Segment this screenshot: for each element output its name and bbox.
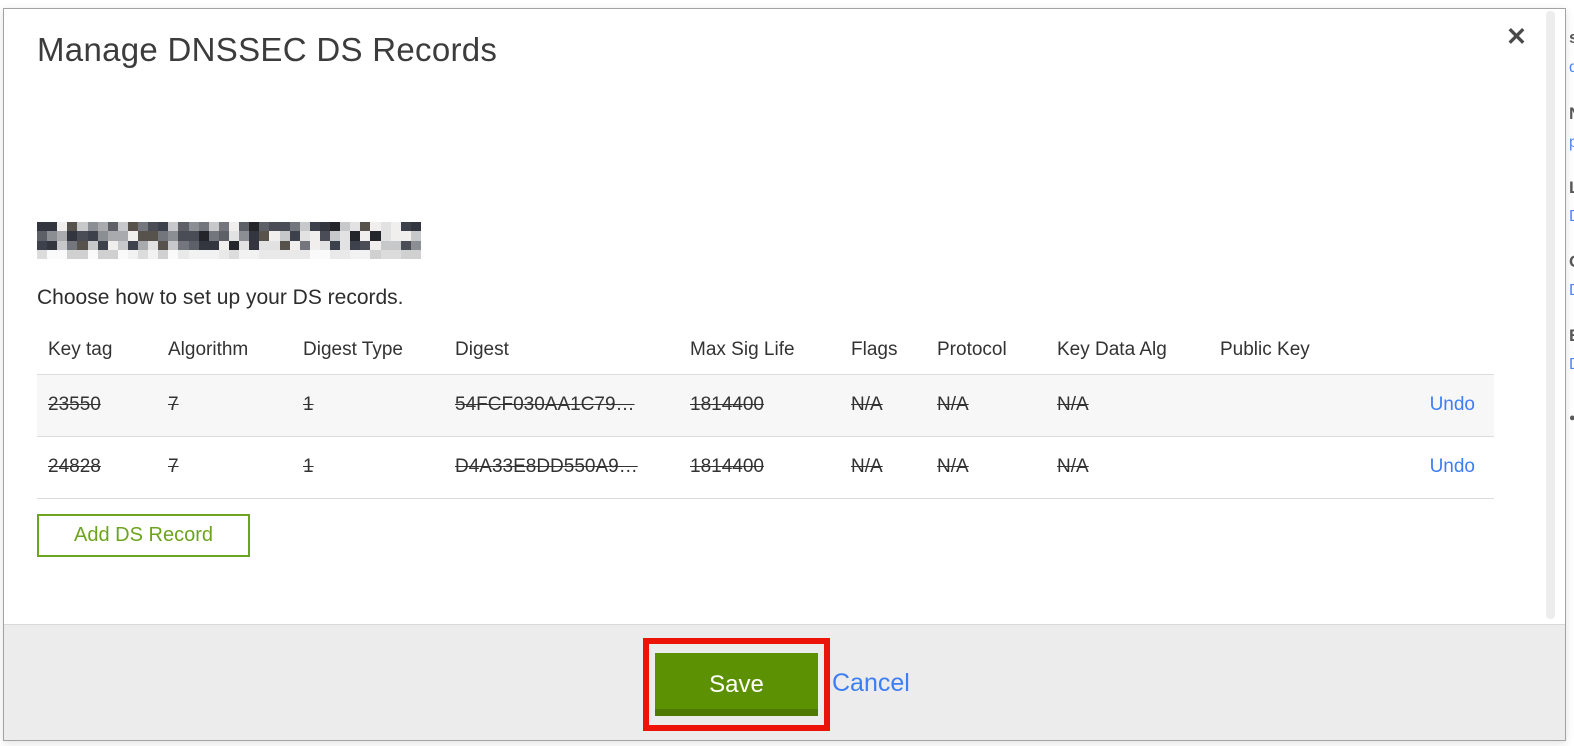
col-action	[1359, 326, 1494, 375]
table-header-row: Key tag Algorithm Digest Type Digest Max…	[37, 326, 1494, 375]
col-max-sig-life: Max Sig Life	[679, 326, 840, 375]
subtitle-text: Choose how to set up your DS records.	[37, 286, 404, 309]
undo-link[interactable]: Undo	[1430, 394, 1475, 415]
background-text-fragment: D	[1569, 282, 1574, 300]
dnssec-ds-records-dialog: Manage DNSSEC DS Records ✕ Choose how to…	[3, 8, 1566, 741]
cell-action: Undo	[1359, 436, 1494, 499]
col-key-tag: Key tag	[37, 326, 157, 375]
ds-record-row: 23550 7 1 54FCF030AA1C79… 1814400 N/A N/…	[37, 374, 1494, 437]
cell-key-data-alg: N/A	[1046, 374, 1209, 437]
cell-digest-type: 1	[292, 436, 444, 499]
col-public-key: Public Key	[1209, 326, 1359, 375]
cell-max-sig-life: 1814400	[679, 436, 840, 499]
undo-link[interactable]: Undo	[1430, 456, 1475, 477]
col-flags: Flags	[840, 326, 926, 375]
background-text-fragment: s	[1569, 28, 1574, 47]
cell-algorithm: 7	[157, 374, 292, 437]
modal-scrollbar[interactable]	[1546, 11, 1555, 619]
cell-protocol: N/A	[926, 374, 1046, 437]
cell-digest-type: 1	[292, 374, 444, 437]
col-algorithm: Algorithm	[157, 326, 292, 375]
cell-key-tag: 23550	[37, 374, 157, 437]
cell-key-data-alg: N/A	[1046, 436, 1209, 499]
close-icon[interactable]: ✕	[1506, 25, 1527, 50]
cell-public-key	[1209, 374, 1359, 437]
background-page: sdNpLDODED● Manage DNSSEC DS Records ✕ C…	[0, 0, 1574, 746]
col-digest: Digest	[444, 326, 679, 375]
cell-digest: 54FCF030AA1C79…	[444, 374, 679, 437]
col-key-data-alg: Key Data Alg	[1046, 326, 1209, 375]
cell-key-tag: 24828	[37, 436, 157, 499]
save-button[interactable]: Save	[655, 653, 818, 716]
background-text-fragment: p	[1569, 134, 1574, 151]
background-text-fragment: N	[1569, 104, 1574, 124]
cell-flags: N/A	[840, 436, 926, 499]
background-text-fragment: D	[1569, 208, 1574, 226]
background-text-fragment: L	[1569, 178, 1574, 198]
table-body: 23550 7 1 54FCF030AA1C79… 1814400 N/A N/…	[37, 374, 1494, 499]
dialog-footer: Save Cancel	[4, 624, 1565, 740]
cell-public-key	[1209, 436, 1359, 499]
domain-name-redacted	[37, 222, 421, 259]
cell-flags: N/A	[840, 374, 926, 437]
background-text-fragment: O	[1569, 252, 1574, 272]
add-ds-record-button[interactable]: Add DS Record	[37, 514, 250, 557]
cell-protocol: N/A	[926, 436, 1046, 499]
col-digest-type: Digest Type	[292, 326, 444, 375]
ds-record-row: 24828 7 1 D4A33E8DD550A9… 1814400 N/A N/…	[37, 436, 1494, 499]
cell-max-sig-life: 1814400	[679, 374, 840, 437]
col-protocol: Protocol	[926, 326, 1046, 375]
annotation-highlight-box: Save	[643, 638, 830, 731]
background-text-fragment: ●	[1569, 412, 1574, 424]
background-page-sliver: sdNpLDODED●	[1568, 0, 1574, 746]
background-text-fragment: E	[1569, 326, 1574, 346]
cell-digest: D4A33E8DD550A9…	[444, 436, 679, 499]
ds-records-table: Key tag Algorithm Digest Type Digest Max…	[37, 326, 1494, 499]
background-text-fragment: d	[1569, 59, 1574, 76]
page-title: Manage DNSSEC DS Records	[37, 31, 498, 68]
background-text-fragment: D	[1569, 356, 1574, 374]
cell-algorithm: 7	[157, 436, 292, 499]
cancel-link[interactable]: Cancel	[832, 669, 910, 698]
cell-action: Undo	[1359, 374, 1494, 437]
